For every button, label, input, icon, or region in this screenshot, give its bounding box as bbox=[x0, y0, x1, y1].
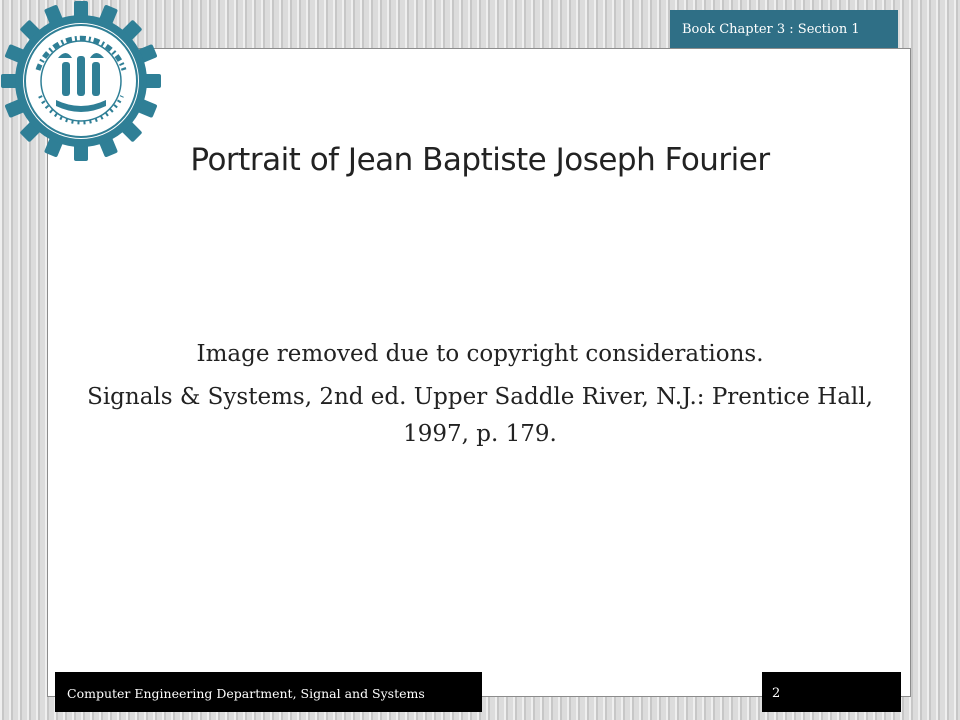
footer-department: Computer Engineering Department, Signal … bbox=[55, 672, 482, 712]
slide-title: Portrait of Jean Baptiste Joseph Fourier bbox=[190, 142, 770, 178]
citation-text: Signals & Systems, 2nd ed. Upper Saddle … bbox=[87, 384, 873, 447]
copyright-notice: Image removed due to copyright considera… bbox=[196, 341, 764, 367]
university-logo-icon bbox=[0, 0, 162, 162]
page-number: 2 bbox=[762, 672, 901, 712]
chapter-label: Book Chapter 3 : Section 1 bbox=[670, 10, 898, 48]
slide-body: Image removed due to copyright considera… bbox=[60, 336, 900, 459]
